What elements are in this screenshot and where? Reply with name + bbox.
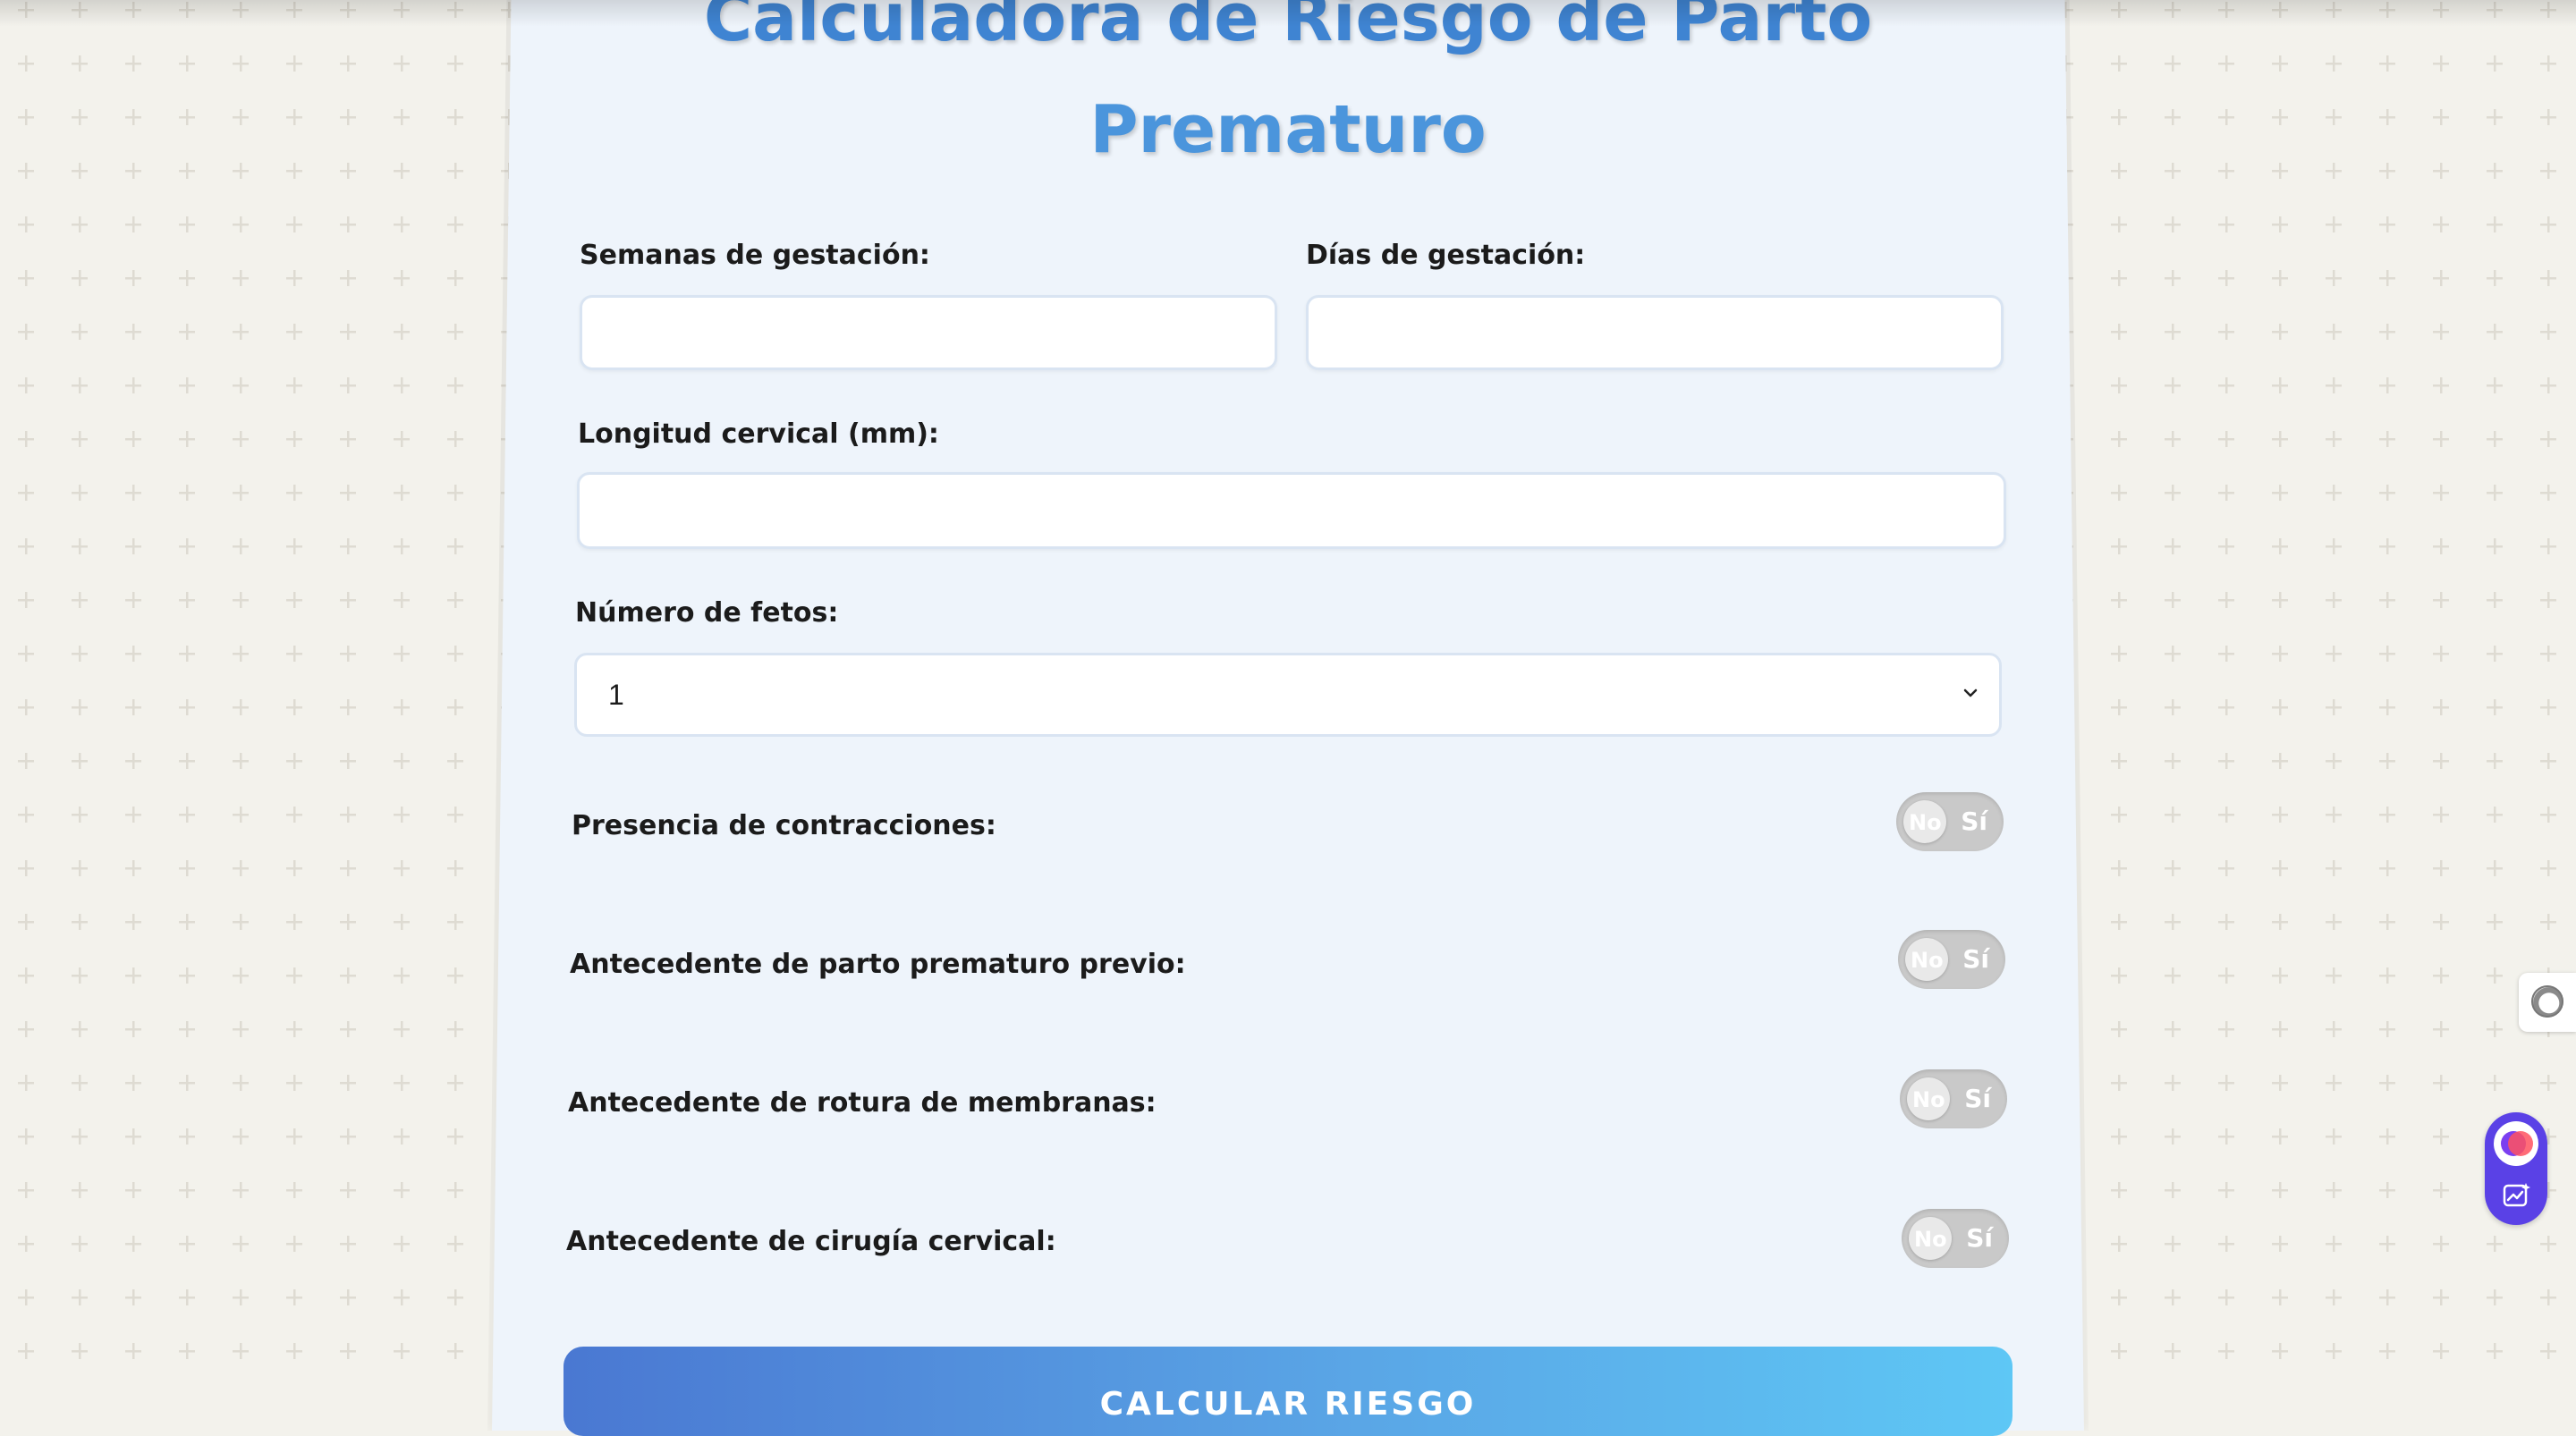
membrane-rupture-label: Antecedente de rotura de membranas: xyxy=(568,1087,1157,1119)
toggle-on-text: Sí xyxy=(1961,807,1987,836)
toggle-on-text: Sí xyxy=(1964,1084,1991,1113)
contractions-toggle[interactable]: No Sí xyxy=(1896,792,2004,851)
side-panel-tab[interactable] xyxy=(2519,973,2576,1032)
toggle-on-text: Sí xyxy=(1966,1223,1993,1253)
cervical-length-input[interactable] xyxy=(577,472,2006,549)
toggle-on-text: Sí xyxy=(1962,944,1989,974)
weeks-input[interactable] xyxy=(580,295,1277,370)
chevron-down-icon xyxy=(1963,688,1978,697)
ring-icon xyxy=(2531,985,2563,1018)
toggle-off-text: No xyxy=(1914,1227,1947,1252)
fetuses-selected-value: 1 xyxy=(608,679,624,711)
extension-logo-icon[interactable] xyxy=(2494,1121,2538,1166)
toggle-off-text: No xyxy=(1909,810,1942,835)
days-label: Días de gestación: xyxy=(1306,240,1586,271)
calculate-risk-button[interactable]: CALCULAR RIESGO xyxy=(564,1347,2012,1436)
fetuses-select[interactable]: 1 xyxy=(574,653,2002,737)
extension-widget[interactable] xyxy=(2485,1112,2547,1225)
contractions-label: Presencia de contracciones: xyxy=(572,810,996,841)
previous-preterm-label: Antecedente de parto prematuro previo: xyxy=(570,949,1186,980)
chart-sparkle-icon[interactable] xyxy=(2503,1182,2531,1209)
days-input[interactable] xyxy=(1306,295,2004,370)
fetuses-label: Número de fetos: xyxy=(575,597,839,629)
page-title-continued: Prematuro xyxy=(1089,91,1487,168)
cervical-length-label: Longitud cervical (mm): xyxy=(578,418,939,450)
cervical-surgery-toggle[interactable]: No Sí xyxy=(1902,1209,2009,1268)
cervical-surgery-label: Antecedente de cirugía cervical: xyxy=(566,1226,1056,1257)
top-shadow xyxy=(0,0,2576,27)
toggle-off-text: No xyxy=(1911,948,1944,973)
membrane-rupture-toggle[interactable]: No Sí xyxy=(1900,1069,2007,1128)
weeks-label: Semanas de gestación: xyxy=(580,240,930,271)
previous-preterm-toggle[interactable]: No Sí xyxy=(1898,930,2005,989)
toggle-off-text: No xyxy=(1912,1087,1945,1112)
